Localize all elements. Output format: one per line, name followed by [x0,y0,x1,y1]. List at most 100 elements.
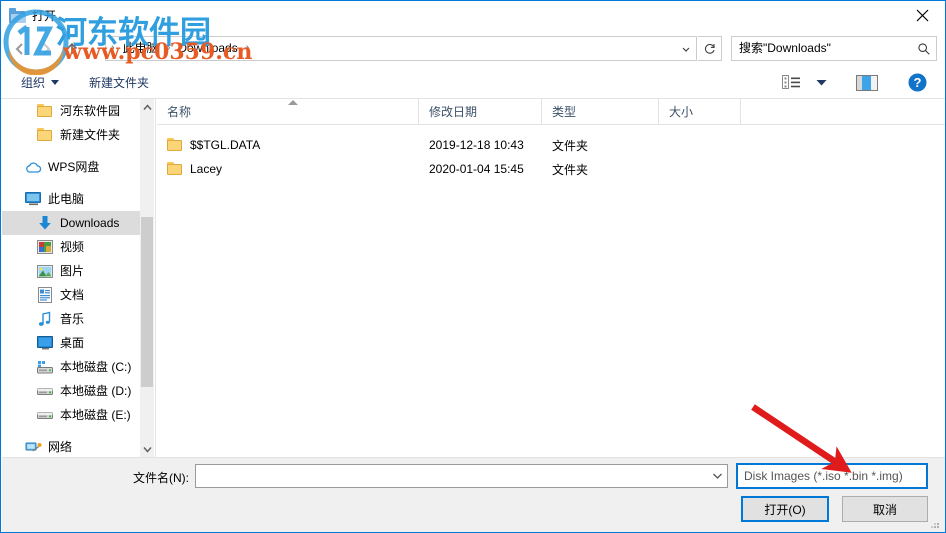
back-button[interactable] [7,36,33,62]
preview-pane-button[interactable] [853,71,881,95]
sort-ascending-icon [287,100,298,105]
up-button[interactable] [59,36,85,62]
table-row[interactable]: Lacey 2020-01-04 15:45 文件夹 [157,157,945,181]
help-button[interactable]: ? [903,71,931,95]
sidebar-item-label: 文档 [60,288,85,302]
sidebar-item-music[interactable]: 音乐 [2,307,154,331]
file-date-cell: 2020-01-04 15:45 [429,162,524,176]
scrollbar-thumb[interactable] [141,217,153,387]
file-name: $$TGL.DATA [190,138,261,152]
forward-button[interactable] [33,36,59,62]
this-pc-icon [24,190,42,208]
sidebar-item-desktop[interactable]: 桌面 [2,331,154,355]
drive-icon [36,382,54,400]
filetype-value: Disk Images (*.iso *.bin *.img) [744,469,903,483]
back-arrow-icon [15,43,23,55]
filetype-select[interactable]: Disk Images (*.iso *.bin *.img) [736,463,928,489]
breadcrumb-sep-2: › [245,42,250,54]
system-drive-icon [36,358,54,376]
refresh-button[interactable] [698,36,722,61]
toolbar: 组织 新建文件夹 ? [1,67,945,99]
folder-icon [167,138,183,152]
sidebar-item-videos[interactable]: 视频 [2,235,154,259]
sidebar-item-hedong[interactable]: 河东软件园 [2,99,154,123]
folder-icon [167,162,183,176]
column-header-name[interactable]: 名称 [157,99,419,124]
sidebar-item-label: 音乐 [60,312,85,326]
column-header-size[interactable]: 大小 [659,99,741,124]
sidebar-divider [155,99,156,457]
column-header-date[interactable]: 修改日期 [419,99,542,124]
view-options-dropdown[interactable] [807,71,835,95]
breadcrumb-item-0[interactable]: 此电脑 [120,37,162,60]
sidebar-item-wps-cloud[interactable]: WPS网盘 [2,155,154,179]
file-name-cell: $$TGL.DATA [157,138,419,152]
filename-field[interactable] [195,464,728,488]
view-options-button[interactable] [777,71,805,95]
cancel-button[interactable]: 取消 [842,496,928,522]
scroll-down-button[interactable] [140,441,154,457]
title-bar: 打开 [1,1,945,31]
search-icon [912,37,936,60]
network-icon [24,438,42,456]
sidebar-item-drive-d[interactable]: 本地磁盘 (D:) [2,379,154,403]
folder-icon [9,7,27,25]
preview-pane-icon [856,74,878,91]
file-list[interactable]: 名称 修改日期 类型 大小 $$TGL.DATA 2019-12-18 10:4… [157,99,945,457]
open-button[interactable]: 打开(O) [741,496,829,522]
window-title: 打开 [32,9,57,23]
chevron-down-icon [816,79,826,85]
new-folder-label: 新建文件夹 [89,76,150,90]
filename-dropdown-button[interactable] [707,465,727,487]
address-dropdown-button[interactable] [676,37,696,60]
sidebar-item-label: 本地磁盘 (E:) [60,408,131,422]
address-bar[interactable]: › 此电脑 › Downloads › [105,36,697,61]
column-label: 名称 [167,105,192,119]
chevron-up-icon [142,103,152,110]
folder-icon [36,126,54,144]
scroll-up-button[interactable] [140,99,154,115]
organize-button[interactable]: 组织 [13,71,67,95]
downloads-icon [36,214,54,232]
column-label: 大小 [669,105,694,119]
close-button[interactable] [899,1,945,30]
sidebar-item-downloads[interactable]: Downloads [2,211,154,235]
sidebar-item-drive-c[interactable]: 本地磁盘 (C:) [2,355,154,379]
breadcrumb-item-1[interactable]: Downloads [175,37,240,60]
search-box[interactable]: 搜索"Downloads" [731,36,937,61]
sidebar-item-this-pc[interactable]: 此电脑 [2,187,154,211]
drive-icon [36,406,54,424]
forward-arrow-icon [43,43,51,55]
file-name-cell: Lacey [157,162,419,176]
up-arrow-icon [66,42,78,54]
column-label: 类型 [552,105,577,119]
open-file-dialog: 打开 › 此电脑 › Downloads › 搜索"Downloads" 组织 … [0,0,946,533]
sidebar-item-label: 网络 [48,440,73,454]
list-top-spacer [157,125,945,133]
search-input[interactable]: 搜索"Downloads" [732,37,912,60]
sidebar-item-new-folder[interactable]: 新建文件夹 [2,123,154,147]
refresh-icon [704,43,715,54]
cloud-icon [24,158,42,176]
sidebar-item-label: WPS网盘 [48,160,100,174]
sidebar-item-network[interactable]: 网络 [2,435,154,457]
file-date-cell: 2019-12-18 10:43 [429,138,524,152]
new-folder-button[interactable]: 新建文件夹 [81,71,157,95]
sidebar-item-documents[interactable]: 文档 [2,283,154,307]
desktop-icon [36,334,54,352]
sidebar-item-drive-e[interactable]: 本地磁盘 (E:) [2,403,154,427]
file-type-cell: 文件夹 [552,162,589,177]
file-name: Lacey [190,162,223,176]
resize-grip-icon[interactable] [929,517,941,529]
file-type-cell: 文件夹 [552,138,589,153]
sidebar-item-pictures[interactable]: 图片 [2,259,154,283]
sidebar-item-label: 新建文件夹 [60,128,121,142]
breadcrumb-sep-0: › [111,42,115,54]
filename-label: 文件名(N): [133,471,189,485]
column-header-type[interactable]: 类型 [542,99,659,124]
table-row[interactable]: $$TGL.DATA 2019-12-18 10:43 文件夹 [157,133,945,157]
navigation-sidebar[interactable]: 河东软件园 新建文件夹 WPS网盘 此电脑 Downloads 视频 图片 文档… [2,99,154,457]
sidebar-scrollbar[interactable] [140,99,154,457]
